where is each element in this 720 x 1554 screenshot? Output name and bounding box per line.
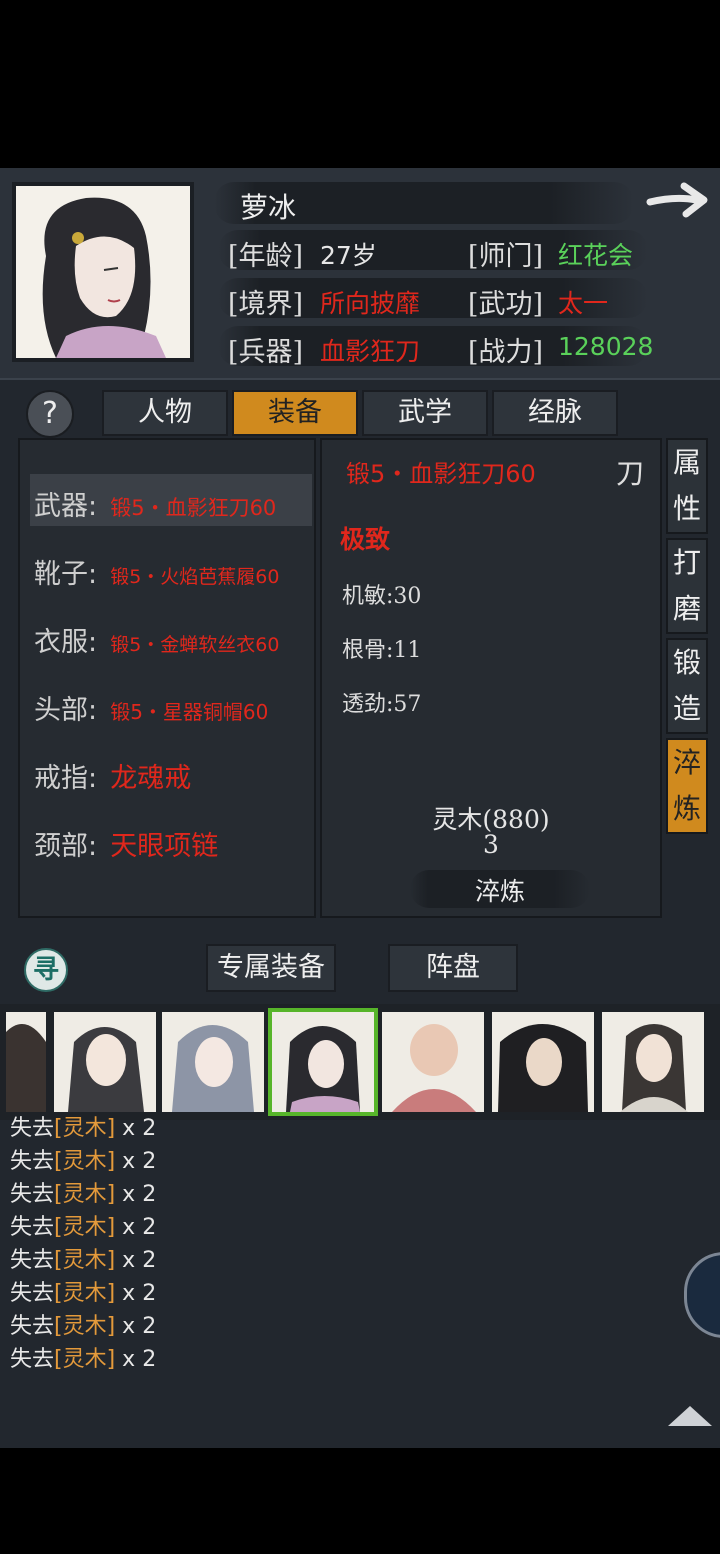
slot-label: 武器: [34,491,98,522]
item-type: 刀 [616,457,645,490]
hero-roster [0,1004,720,1120]
hero-portrait[interactable] [162,1012,264,1112]
character-portrait [12,182,194,362]
side-tab-char: 造 [672,692,701,725]
realm-value: 所向披靡 [320,289,421,318]
log-line: 失去[灵木] x 2 [10,1182,157,1207]
side-tab-char: 锻 [672,646,701,679]
equipment-slot-ring[interactable]: 戒指: 龙魂戒 [34,756,191,795]
hero-portrait[interactable] [602,1012,704,1112]
weapon-label: [兵器] [228,337,304,368]
tab-exclusive-equipment[interactable]: 专属装备 [206,944,336,992]
slot-label: 戒指: [34,763,98,794]
sect-label: [师门] [468,241,544,272]
log-line: 失去[灵木] x 2 [10,1281,157,1306]
equipment-slot-boots[interactable]: 靴子: 锻5・火焰芭蕉履60 [34,552,279,591]
item-stat: 透劲:57 [342,692,422,717]
tab-formation[interactable]: 阵盘 [388,944,518,992]
refine-button[interactable]: 淬炼 [410,872,590,908]
power-value: 128028 [558,332,654,361]
tab-character[interactable]: 人物 [102,390,228,436]
age-value: 27岁 [320,241,377,270]
side-tab-char: 属 [672,446,701,479]
hero-portrait-selected[interactable] [268,1008,378,1116]
scroll-up-icon[interactable] [668,1406,712,1426]
hero-portrait[interactable] [54,1012,156,1112]
side-tab-refine[interactable]: 淬 炼 [666,738,708,834]
power-label: [战力] [468,337,544,368]
side-tab-attributes[interactable]: 属 性 [666,438,708,534]
slot-item: 天眼项链 [110,831,219,862]
tab-martial-arts[interactable]: 武学 [362,390,488,436]
item-stat: 机敏:30 [342,584,422,609]
slot-label: 靴子: [34,559,98,590]
side-tab-char: 性 [672,492,701,525]
hero-portrait[interactable] [6,1012,46,1112]
log-line: 失去[灵木] x 2 [10,1347,157,1372]
equipment-slot-weapon[interactable]: 武器: 锻5・血影狂刀60 [34,484,276,523]
status-bar [0,0,720,168]
slot-item: 锻5・血影狂刀60 [110,496,277,520]
equipment-slot-clothes[interactable]: 衣服: 锻5・金蝉软丝衣60 [34,620,279,659]
log-line: 失去[灵木] x 2 [10,1248,157,1273]
item-stat: 根骨:11 [342,638,422,663]
equipment-list-panel: 武器: 锻5・血影狂刀60 靴子: 锻5・火焰芭蕉履60 衣服: 锻5・金蝉软丝… [18,438,316,918]
martial-value: 太一 [558,289,609,318]
side-menu-handle[interactable] [684,1252,720,1338]
navigation-bar [0,1448,720,1554]
item-detail-panel: 锻5・血影狂刀60 刀 极致 机敏:30 根骨:11 透劲:57 灵木(880)… [320,438,662,918]
slot-label: 衣服: [34,627,98,658]
character-name: 萝冰 [240,191,297,224]
equipment-slot-head[interactable]: 头部: 锻5・星器铜帽60 [34,688,268,727]
log-line: 失去[灵木] x 2 [10,1149,157,1174]
slot-item: 龙魂戒 [110,763,192,794]
log-line: 失去[灵木] x 2 [10,1314,157,1339]
item-quality: 极致 [340,525,391,554]
log-line: 失去[灵木] x 2 [10,1215,157,1240]
slot-label: 颈部: [34,831,98,862]
material-cost: 3 [483,830,499,859]
side-tab-char: 磨 [672,592,701,625]
side-tab-forge[interactable]: 锻 造 [666,638,708,734]
slot-item: 锻5・火焰芭蕉履60 [110,566,280,588]
side-tab-char: 打 [672,546,701,579]
sect-value: 红花会 [558,241,634,270]
help-icon[interactable]: ? [26,390,74,438]
martial-label: [武功] [468,289,544,320]
hero-portrait[interactable] [492,1012,594,1112]
age-label: [年龄] [228,241,304,272]
slot-item: 锻5・星器铜帽60 [110,700,269,724]
tab-meridians[interactable]: 经脉 [492,390,618,436]
hero-portrait[interactable] [382,1012,484,1112]
slot-item: 锻5・金蝉软丝衣60 [110,634,280,656]
weapon-value: 血影狂刀 [320,337,421,366]
character-header: 萝冰 [年龄] 27岁 [师门] 红花会 [境界] 所向披靡 [武功] 太一 [… [0,168,720,380]
next-character-arrow-icon[interactable] [646,180,710,220]
side-tab-polish[interactable]: 打 磨 [666,538,708,634]
realm-label: [境界] [228,289,304,320]
side-tab-char: 炼 [672,792,701,825]
slot-label: 头部: [34,695,98,726]
search-icon[interactable]: 寻 [24,948,68,992]
tab-equipment[interactable]: 装备 [232,390,358,436]
log-line: 失去[灵木] x 2 [10,1116,157,1141]
game-screen: 萝冰 [年龄] 27岁 [师门] 红花会 [境界] 所向披靡 [武功] 太一 [… [0,168,720,1448]
side-tab-char: 淬 [672,746,701,779]
equipment-slot-neck[interactable]: 颈部: 天眼项链 [34,824,218,863]
item-title: 锻5・血影狂刀60 [346,460,536,488]
